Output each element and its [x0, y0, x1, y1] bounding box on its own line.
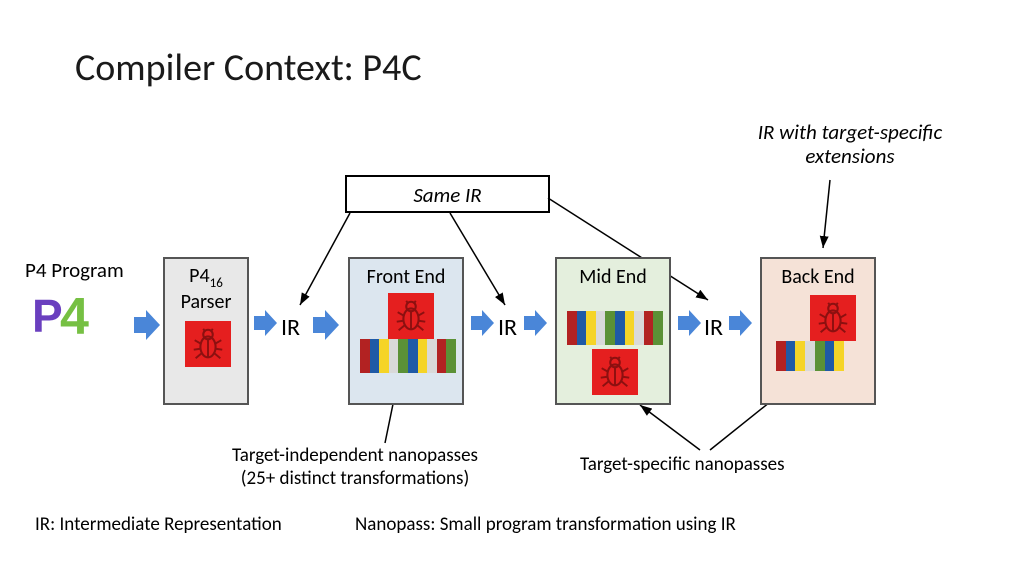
nanopass-bars-front: [360, 339, 456, 373]
mid-title: Mid End: [557, 265, 669, 289]
flow-arrow-2: [253, 310, 277, 336]
svg-text:P: P: [32, 290, 63, 342]
back-title: Back End: [762, 265, 874, 289]
slide-title: Compiler Context: P4C: [75, 45, 422, 91]
stage-back-end: Back End: [760, 257, 876, 405]
bug-icon: [810, 295, 856, 341]
p4-logo-icon: P 4: [30, 288, 110, 348]
nanopass-bars-mid: [567, 311, 663, 345]
input-label: P4 Program: [25, 257, 124, 283]
pipeline-row: P4 Program P 4 P416Parser IR Front End I…: [0, 255, 1024, 410]
definition-ir: IR: Intermediate Representation: [35, 513, 282, 536]
flow-arrow-3: [311, 310, 339, 340]
annotation-target-independent: Target-independent nanopasses (25+ disti…: [210, 445, 500, 491]
parser-title: P416Parser: [165, 265, 247, 313]
definition-nanopass: Nanopass: Small program transformation u…: [355, 513, 736, 536]
bug-icon: [388, 293, 434, 339]
flow-arrow-1: [132, 310, 160, 340]
stage-parser: P416Parser: [163, 257, 249, 405]
bug-icon: [592, 349, 638, 395]
stage-front-end: Front End: [348, 257, 464, 405]
same-ir-box: Same IR: [345, 175, 550, 213]
ir-label-3: IR: [704, 313, 723, 342]
bug-icon: [185, 321, 231, 367]
flow-arrow-4: [470, 310, 494, 336]
annotation-target-specific: Target-specific nanopasses: [580, 453, 785, 476]
flow-arrow-5: [523, 310, 547, 336]
ir-label-2: IR: [498, 313, 517, 342]
flow-arrow-6: [677, 310, 701, 336]
flow-arrow-7: [728, 310, 752, 336]
nanopass-bars-back: [776, 341, 844, 371]
svg-text:4: 4: [60, 288, 89, 346]
annotation-ir-extensions: IR with target-specific extensions: [740, 120, 960, 168]
stage-mid-end: Mid End: [555, 257, 671, 405]
front-title: Front End: [350, 265, 462, 289]
ir-label-1: IR: [281, 313, 300, 342]
